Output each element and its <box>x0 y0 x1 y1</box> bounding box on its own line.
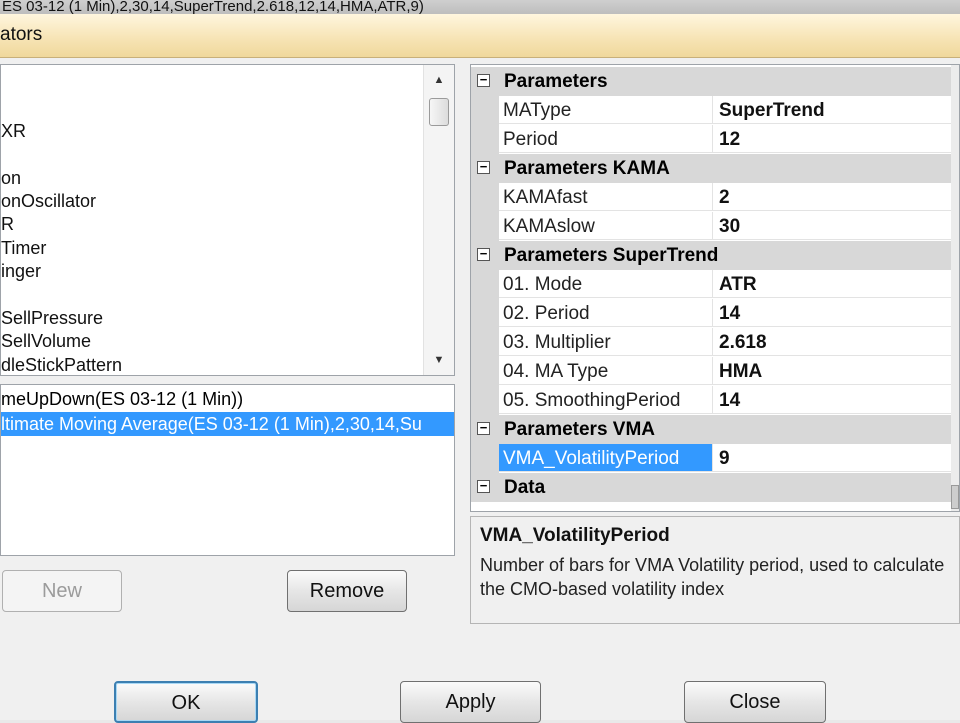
property-category[interactable]: − Data <box>471 473 951 502</box>
property-name[interactable]: KAMAslow <box>499 212 713 240</box>
applied-indicator-item[interactable]: meUpDown(ES 03-12 (1 Min)) <box>1 387 454 411</box>
property-name[interactable]: MAType <box>499 96 713 124</box>
property-row-gutter <box>471 125 499 154</box>
property-row[interactable]: KAMAfast 2 <box>471 183 951 212</box>
property-category-label: Data <box>504 477 546 498</box>
scroll-down-arrow-icon[interactable]: ▼ <box>424 349 454 371</box>
property-value-field[interactable]: 9 <box>713 444 951 472</box>
property-row-gutter <box>471 386 499 415</box>
scroll-thumb[interactable] <box>429 98 449 126</box>
property-category[interactable]: − Parameters <box>471 67 951 96</box>
indicator-list-item[interactable]: SellVolume <box>1 330 91 352</box>
indicator-list-item[interactable]: Timer <box>1 237 46 259</box>
available-indicators-list[interactable]: ▲ ▼ XR on onOscillator R Timer inger SellPress… <box>0 64 455 376</box>
new-button[interactable]: New <box>2 570 122 612</box>
indicator-list-item[interactable]: SellPressure <box>1 307 103 329</box>
chart-title-strip: ES 03-12 (1 Min),2,30,14,SuperTrend,2.61… <box>0 0 960 14</box>
property-name[interactable]: 05. SmoothingPeriod <box>499 386 713 414</box>
ok-button[interactable]: OK <box>114 681 258 723</box>
property-row-gutter <box>471 270 499 299</box>
collapse-icon[interactable]: − <box>477 421 490 435</box>
property-category-label: Parameters SuperTrend <box>504 245 719 266</box>
indicator-list-scrollbar[interactable]: ▲ ▼ <box>423 65 454 375</box>
property-value-field[interactable]: 30 <box>713 212 951 240</box>
property-row[interactable]: 03. Multiplier 2.618 <box>471 328 951 357</box>
property-name[interactable]: 03. Multiplier <box>499 328 713 356</box>
property-value-field[interactable]: HMA <box>713 357 951 385</box>
property-name[interactable]: 02. Period <box>499 299 713 327</box>
property-name[interactable]: 01. Mode <box>499 270 713 298</box>
property-value-field[interactable]: 2.618 <box>713 328 951 356</box>
property-row[interactable]: 01. Mode ATR <box>471 270 951 299</box>
property-value-field[interactable]: 12 <box>713 125 951 153</box>
window-titlebar[interactable]: ators <box>0 14 960 58</box>
indicator-list-item[interactable]: onOscillator <box>1 190 96 212</box>
help-description: Number of bars for VMA Volatility period… <box>480 555 945 599</box>
property-row-gutter <box>471 357 499 386</box>
help-title: VMA_VolatilityPeriod <box>480 525 670 546</box>
property-grid-scrollbar[interactable] <box>951 65 959 511</box>
property-row[interactable]: Period 12 <box>471 125 951 154</box>
apply-button[interactable]: Apply <box>400 681 541 723</box>
window-title: ators <box>0 24 43 45</box>
property-category[interactable]: − Parameters SuperTrend <box>471 241 951 270</box>
applied-indicator-item[interactable]: ltimate Moving Average(ES 03-12 (1 Min),… <box>1 412 454 436</box>
property-value-field[interactable]: 2 <box>713 183 951 211</box>
remove-button[interactable]: Remove <box>287 570 407 612</box>
property-row[interactable]: 04. MA Type HMA <box>471 357 951 386</box>
property-category-label: Parameters KAMA <box>504 158 670 179</box>
property-name[interactable]: 04. MA Type <box>499 357 713 385</box>
property-row-gutter <box>471 328 499 357</box>
collapse-icon[interactable]: − <box>477 479 490 493</box>
collapse-icon[interactable]: − <box>477 247 490 261</box>
property-value-field[interactable]: SuperTrend <box>713 96 951 124</box>
property-grid[interactable]: − Parameters MAType SuperTrend Period 12− Para… <box>470 64 960 512</box>
property-value-field[interactable]: ATR <box>713 270 951 298</box>
property-row[interactable]: 05. SmoothingPeriod 14 <box>471 386 951 415</box>
property-row[interactable]: KAMAslow 30 <box>471 212 951 241</box>
property-row-gutter <box>471 444 499 473</box>
collapse-icon[interactable]: − <box>477 160 490 174</box>
applied-indicators-list[interactable]: meUpDown(ES 03-12 (1 Min)) ltimate Moving… <box>0 384 455 556</box>
property-name[interactable]: KAMAfast <box>499 183 713 211</box>
property-category[interactable]: − Parameters VMA <box>471 415 951 444</box>
collapse-icon[interactable]: − <box>477 73 490 87</box>
property-row[interactable]: MAType SuperTrend <box>471 96 951 125</box>
property-category-label: Parameters <box>504 71 608 92</box>
property-row-gutter <box>471 299 499 328</box>
property-value-field[interactable]: 14 <box>713 299 951 327</box>
property-category[interactable]: − Parameters KAMA <box>471 154 951 183</box>
property-row[interactable]: VMA_VolatilityPeriod 9 <box>471 444 951 473</box>
indicator-list-item[interactable]: inger <box>1 260 41 282</box>
indicator-list-item[interactable]: on <box>1 167 21 189</box>
property-row-gutter <box>471 212 499 241</box>
property-value-field[interactable]: 14 <box>713 386 951 414</box>
property-help-pane: VMA_VolatilityPeriod Number of bars for … <box>470 516 960 624</box>
scroll-up-arrow-icon[interactable]: ▲ <box>424 69 454 91</box>
property-row-gutter <box>471 183 499 212</box>
property-name[interactable]: Period <box>499 125 713 153</box>
close-button[interactable]: Close <box>684 681 826 723</box>
property-row[interactable]: 02. Period 14 <box>471 299 951 328</box>
property-name[interactable]: VMA_VolatilityPeriod <box>499 444 713 472</box>
property-grid-scroll-thumb[interactable] <box>951 485 959 509</box>
property-category-label: Parameters VMA <box>504 419 656 440</box>
indicator-list-item[interactable]: R <box>1 213 14 235</box>
indicator-list-item[interactable]: XR <box>1 120 26 142</box>
property-row-gutter <box>471 96 499 125</box>
indicator-list-item[interactable]: dleStickPattern <box>1 354 122 375</box>
